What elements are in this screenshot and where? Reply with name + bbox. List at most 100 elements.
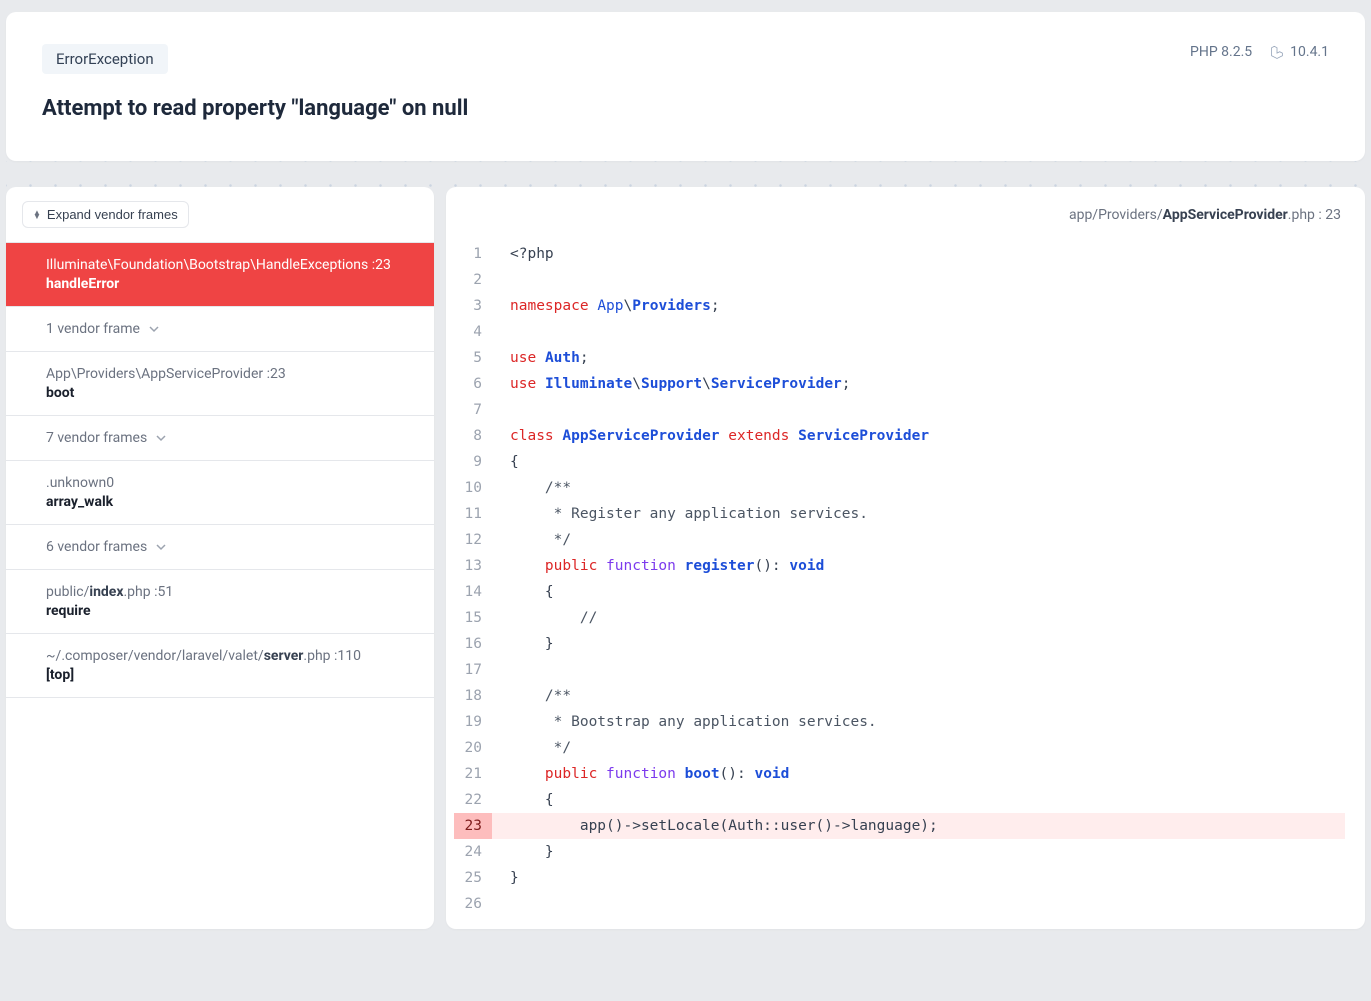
- code-line: 10 /**: [454, 475, 1345, 501]
- framework-version-text: 10.4.1: [1290, 44, 1329, 60]
- line-content: */: [492, 735, 571, 761]
- code-line: 1<?php: [454, 241, 1345, 267]
- vendor-frames-collapsed[interactable]: 6 vendor frames: [6, 525, 434, 570]
- line-number: 18: [454, 683, 492, 709]
- line-number: 3: [454, 293, 492, 319]
- frame-path: Illuminate\Foundation\Bootstrap\HandleEx…: [46, 257, 414, 273]
- code-line: 26: [454, 891, 1345, 917]
- frame-method: [top]: [46, 667, 414, 683]
- code-line: 12 */: [454, 527, 1345, 553]
- exception-class-badge: ErrorException: [42, 44, 168, 74]
- file-breadcrumb: app/Providers/AppServiceProvider.php : 2…: [454, 207, 1345, 241]
- frame-method: boot: [46, 385, 414, 401]
- frame-method: handleError: [46, 276, 414, 292]
- line-content: [492, 397, 519, 423]
- framework-version: 10.4.1: [1270, 44, 1329, 60]
- breadcrumb-prefix: app/Providers/: [1069, 207, 1163, 223]
- line-content: <?php: [492, 241, 554, 267]
- vendor-frames-collapsed[interactable]: 7 vendor frames: [6, 416, 434, 461]
- code-line: 14 {: [454, 579, 1345, 605]
- code-line: 8class AppServiceProvider extends Servic…: [454, 423, 1345, 449]
- line-content: /**: [492, 475, 571, 501]
- code-line: 24 }: [454, 839, 1345, 865]
- code-line: 15 //: [454, 605, 1345, 631]
- line-content: * Bootstrap any application services.: [492, 709, 877, 735]
- line-number: 9: [454, 449, 492, 475]
- collapsed-frames-label: 6 vendor frames: [46, 539, 147, 555]
- code-listing[interactable]: 1<?php2 3namespace App\Providers;4 5use …: [454, 241, 1345, 917]
- line-content: class AppServiceProvider extends Service…: [492, 423, 929, 449]
- line-content: {: [492, 787, 554, 813]
- code-line: 19 * Bootstrap any application services.: [454, 709, 1345, 735]
- code-line: 18 /**: [454, 683, 1345, 709]
- code-line: 16 }: [454, 631, 1345, 657]
- line-content: app()->setLocale(Auth::user()->language)…: [492, 813, 938, 839]
- line-number: 10: [454, 475, 492, 501]
- line-content: }: [492, 839, 554, 865]
- code-line: 20 */: [454, 735, 1345, 761]
- frame-method: require: [46, 603, 414, 619]
- vendor-frames-collapsed[interactable]: 1 vendor frame: [6, 307, 434, 352]
- line-content: public function boot(): void: [492, 761, 789, 787]
- line-content: /**: [492, 683, 571, 709]
- line-number: 24: [454, 839, 492, 865]
- line-content: use Auth;: [492, 345, 589, 371]
- stack-frame[interactable]: Illuminate\Foundation\Bootstrap\HandleEx…: [6, 243, 434, 307]
- line-number: 12: [454, 527, 492, 553]
- dotted-divider: [6, 161, 1365, 187]
- breadcrumb-suffix: .php: [1288, 207, 1315, 223]
- line-content: {: [492, 579, 554, 605]
- code-line: 11 * Register any application services.: [454, 501, 1345, 527]
- line-number: 15: [454, 605, 492, 631]
- code-line: 13 public function register(): void: [454, 553, 1345, 579]
- line-content: [492, 319, 519, 345]
- expand-collapse-icon: ▲▼: [33, 211, 41, 219]
- line-number: 21: [454, 761, 492, 787]
- code-line: 7: [454, 397, 1345, 423]
- code-line: 4: [454, 319, 1345, 345]
- frame-path: .unknown0: [46, 475, 414, 491]
- frame-path: App\Providers\AppServiceProvider :23: [46, 366, 414, 382]
- line-content: [492, 657, 519, 683]
- line-number: 6: [454, 371, 492, 397]
- line-number: 7: [454, 397, 492, 423]
- line-content: }: [492, 865, 519, 891]
- error-title: Attempt to read property "language" on n…: [42, 96, 1329, 121]
- line-number: 1: [454, 241, 492, 267]
- stack-frame[interactable]: ~/.composer/vendor/laravel/valet/server.…: [6, 634, 434, 698]
- laravel-icon: [1270, 45, 1284, 59]
- code-line: 17: [454, 657, 1345, 683]
- stack-frame[interactable]: public/index.php :51 require: [6, 570, 434, 634]
- php-version: PHP 8.2.5: [1190, 44, 1252, 60]
- expand-vendor-frames-button[interactable]: ▲▼ Expand vendor frames: [22, 201, 189, 228]
- line-number: 17: [454, 657, 492, 683]
- chevron-down-icon: [148, 323, 160, 335]
- line-number: 16: [454, 631, 492, 657]
- line-number: 13: [454, 553, 492, 579]
- line-number: 14: [454, 579, 492, 605]
- line-number: 26: [454, 891, 492, 917]
- breadcrumb-sep: :: [1315, 207, 1325, 223]
- line-content: [492, 891, 519, 917]
- line-content: * Register any application services.: [492, 501, 868, 527]
- code-line: 21 public function boot(): void: [454, 761, 1345, 787]
- code-line: 23 app()->setLocale(Auth::user()->langua…: [454, 813, 1345, 839]
- stack-frame[interactable]: .unknown0 array_walk: [6, 461, 434, 525]
- line-content: namespace App\Providers;: [492, 293, 720, 319]
- stack-trace-sidebar: ▲▼ Expand vendor frames Illuminate\Found…: [6, 187, 434, 929]
- line-content: }: [492, 631, 554, 657]
- breadcrumb-line: 23: [1325, 207, 1341, 223]
- line-content: use Illuminate\Support\ServiceProvider;: [492, 371, 851, 397]
- stack-frame[interactable]: App\Providers\AppServiceProvider :23 boot: [6, 352, 434, 416]
- line-number: 20: [454, 735, 492, 761]
- code-line: 3namespace App\Providers;: [454, 293, 1345, 319]
- header-meta: PHP 8.2.5 10.4.1: [1190, 44, 1329, 60]
- frame-path: public/index.php :51: [46, 584, 414, 600]
- line-content: {: [492, 449, 519, 475]
- code-line: 6use Illuminate\Support\ServiceProvider;: [454, 371, 1345, 397]
- code-line: 22 {: [454, 787, 1345, 813]
- line-number: 4: [454, 319, 492, 345]
- line-number: 2: [454, 267, 492, 293]
- frame-method: array_walk: [46, 494, 414, 510]
- code-line: 2: [454, 267, 1345, 293]
